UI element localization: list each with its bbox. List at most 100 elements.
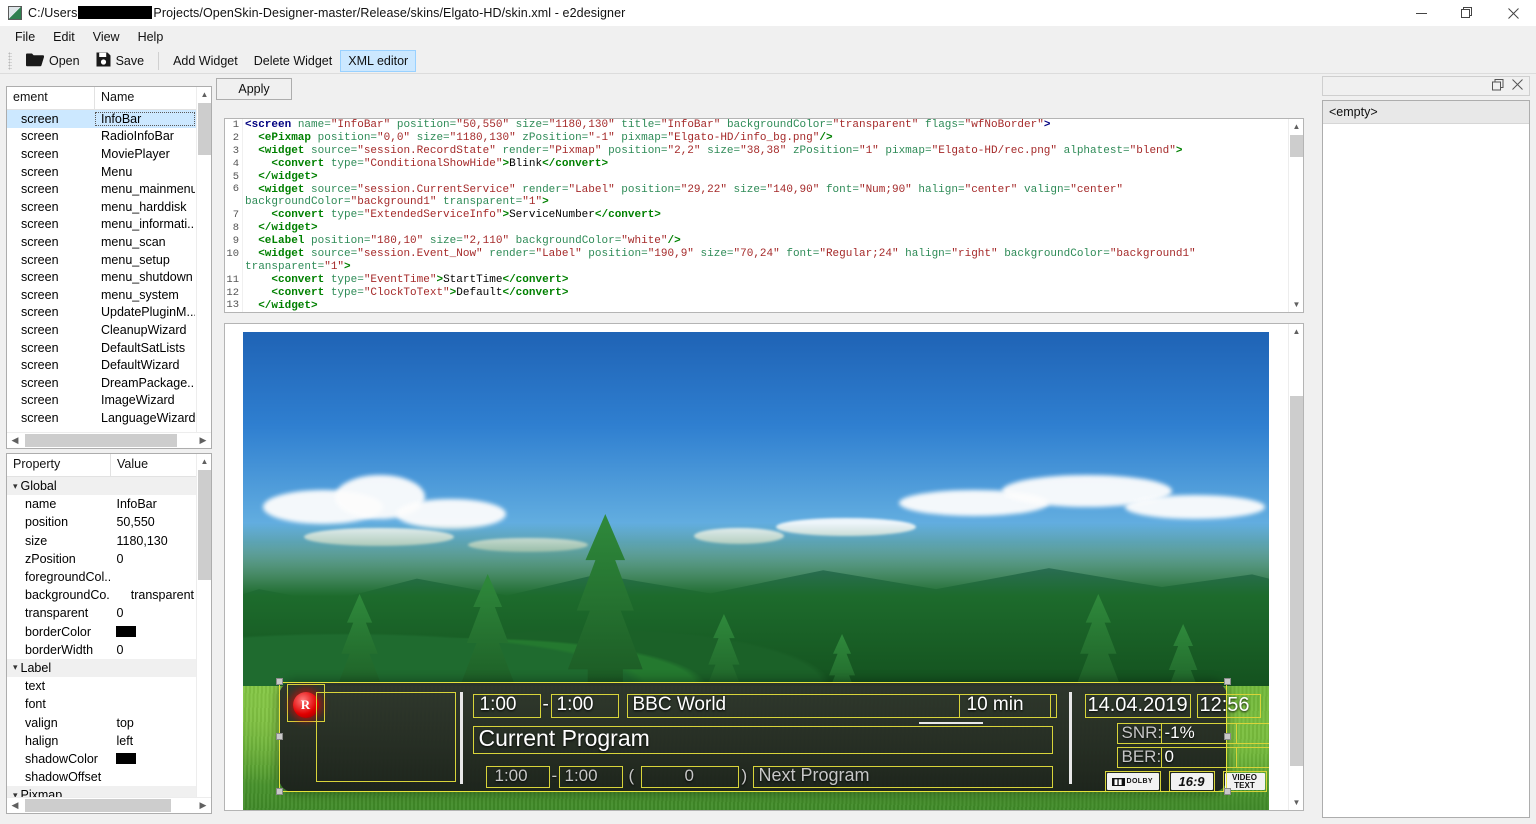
- tree-row[interactable]: screen DreamPackage...: [7, 374, 196, 392]
- property-value[interactable]: 1180,130: [110, 534, 196, 548]
- preview-viewport[interactable]: R 1:00 - 1:00 BBC World 10 min Current P…: [225, 324, 1286, 810]
- tree-hscroll-thumb[interactable]: [25, 434, 177, 447]
- property-scroll-thumb[interactable]: [198, 470, 211, 580]
- scroll-down-icon[interactable]: ▼: [1289, 297, 1303, 312]
- xml-line[interactable]: </widget>: [245, 300, 1286, 312]
- resize-handle-bottom-right[interactable]: [1223, 788, 1231, 795]
- open-button[interactable]: Open: [18, 50, 88, 72]
- scroll-right-icon[interactable]: ▶: [195, 433, 211, 448]
- property-value[interactable]: top: [110, 716, 196, 730]
- color-swatch[interactable]: [116, 625, 137, 637]
- scroll-up-icon[interactable]: ▲: [1289, 324, 1303, 339]
- float-icon[interactable]: [1492, 78, 1504, 94]
- tree-row[interactable]: screen menu_shutdown: [7, 268, 196, 286]
- property-row[interactable]: transparent 0: [7, 604, 196, 622]
- scroll-up-icon[interactable]: ▲: [197, 87, 211, 102]
- skin-preview[interactable]: R 1:00 - 1:00 BBC World 10 min Current P…: [224, 323, 1304, 811]
- tree-row[interactable]: screen DefaultWizard: [7, 356, 196, 374]
- property-value[interactable]: 0: [110, 606, 196, 620]
- tree-row[interactable]: screen RadioInfoBar: [7, 128, 196, 146]
- property-row[interactable]: text: [7, 677, 196, 695]
- xml-line[interactable]: <convert type="ExtendedServiceInfo">Serv…: [245, 209, 1286, 222]
- chevron-down-icon[interactable]: ▾: [13, 481, 18, 491]
- property-hscroll-thumb[interactable]: [25, 799, 171, 812]
- xml-line[interactable]: <convert type="ClockToText">Default</con…: [245, 287, 1286, 300]
- xml-editor[interactable]: 1 2 3 4 5 6 7 8 9 10 11 12 13 <screen name="InfoBar"…: [224, 118, 1304, 313]
- property-value[interactable]: [110, 625, 196, 639]
- add-widget-button[interactable]: Add Widget: [165, 50, 246, 72]
- property-row[interactable]: size 1180,130: [7, 532, 196, 550]
- tree-row[interactable]: screen ImageWizard: [7, 392, 196, 410]
- property-value[interactable]: 0: [110, 552, 196, 566]
- preview-scroll-thumb[interactable]: [1290, 396, 1303, 766]
- delete-widget-button[interactable]: Delete Widget: [246, 50, 341, 72]
- xml-line[interactable]: transparent="1">: [245, 261, 1286, 274]
- ber-value-box[interactable]: [1160, 747, 1269, 768]
- tree-row[interactable]: screen menu_system: [7, 286, 196, 304]
- property-value[interactable]: 50,550: [110, 515, 196, 529]
- menu-view[interactable]: View: [84, 28, 129, 46]
- resize-handle-bottom-left[interactable]: [275, 788, 283, 795]
- property-body[interactable]: ▾ Global name InfoBar position 50,550 size 1180…: [7, 477, 196, 797]
- xml-line[interactable]: backgroundColor="background1" transparen…: [245, 196, 1286, 209]
- property-group-row[interactable]: ▾ Global: [7, 477, 196, 496]
- toolbar-grip[interactable]: [8, 51, 12, 70]
- scroll-right-icon[interactable]: ▶: [195, 798, 211, 813]
- property-value[interactable]: InfoBar: [110, 497, 196, 511]
- tree-row[interactable]: screen menu_scan: [7, 233, 196, 251]
- property-horizontal-scrollbar[interactable]: ◀ ▶: [7, 797, 211, 813]
- property-vertical-scrollbar[interactable]: ▲ ▼: [196, 454, 211, 813]
- property-row[interactable]: borderColor: [7, 623, 196, 641]
- property-row[interactable]: borderWidth 0: [7, 641, 196, 659]
- scroll-left-icon[interactable]: ◀: [7, 433, 23, 448]
- property-group-row[interactable]: ▾ Pixmap: [7, 786, 196, 797]
- property-row[interactable]: position 50,550: [7, 513, 196, 531]
- property-row[interactable]: font: [7, 695, 196, 713]
- resize-handle-top-left[interactable]: [275, 678, 283, 685]
- tree-row[interactable]: screen Menu: [7, 163, 196, 181]
- xml-line[interactable]: <eLabel position="180,10" size="2,110" b…: [245, 235, 1286, 248]
- property-row[interactable]: valign top: [7, 713, 196, 731]
- xml-vertical-scrollbar[interactable]: ▲ ▼: [1288, 119, 1303, 312]
- property-row[interactable]: zPosition 0: [7, 550, 196, 568]
- property-row[interactable]: foregroundCol...: [7, 568, 196, 586]
- close-button[interactable]: [1490, 0, 1536, 26]
- xml-line[interactable]: </widget>: [245, 171, 1286, 184]
- apply-button[interactable]: Apply: [216, 78, 292, 100]
- tree-row[interactable]: screen CleanupWizard: [7, 321, 196, 339]
- property-row[interactable]: name InfoBar: [7, 495, 196, 513]
- xml-line[interactable]: <widget source="session.CurrentService" …: [245, 184, 1286, 197]
- resize-handle-left[interactable]: [275, 733, 283, 740]
- scroll-left-icon[interactable]: ◀: [7, 798, 23, 813]
- tree-scroll-thumb[interactable]: [198, 103, 211, 155]
- dock-content[interactable]: <empty>: [1322, 100, 1530, 818]
- tree-row[interactable]: screen UpdatePluginM...: [7, 304, 196, 322]
- xml-line[interactable]: <convert type="EventTime">StartTime</con…: [245, 274, 1286, 287]
- tree-row[interactable]: screen menu_harddisk: [7, 198, 196, 216]
- scroll-down-icon[interactable]: ▼: [1289, 795, 1303, 810]
- resize-handle-right[interactable]: [1223, 733, 1231, 740]
- property-value[interactable]: 0: [110, 643, 196, 657]
- tv-screen-canvas[interactable]: R 1:00 - 1:00 BBC World 10 min Current P…: [242, 332, 1269, 810]
- xml-line[interactable]: <widget source="session.Event_Now" rende…: [245, 248, 1286, 261]
- property-row[interactable]: shadowColor: [7, 750, 196, 768]
- preview-vertical-scrollbar[interactable]: ▲ ▼: [1288, 324, 1303, 810]
- scroll-up-icon[interactable]: ▲: [1289, 119, 1303, 134]
- chevron-down-icon[interactable]: ▾: [13, 663, 18, 672]
- property-value[interactable]: left: [110, 734, 196, 748]
- tree-row[interactable]: screen LanguageWizard: [7, 409, 196, 427]
- menu-file[interactable]: File: [6, 28, 44, 46]
- menu-edit[interactable]: Edit: [44, 28, 84, 46]
- tree-vertical-scrollbar[interactable]: ▲ ▼: [196, 87, 211, 448]
- xml-line[interactable]: </widget>: [245, 222, 1286, 235]
- tree-row[interactable]: screen MoviePlayer: [7, 145, 196, 163]
- tree-row[interactable]: screen DefaultSatLists: [7, 339, 196, 357]
- xml-line[interactable]: <ePixmap position="0,0" size="1180,130" …: [245, 132, 1286, 145]
- save-button[interactable]: Save: [88, 50, 153, 72]
- current-service-box[interactable]: [315, 692, 456, 782]
- tree-row[interactable]: screen menu_setup: [7, 251, 196, 269]
- property-group-row[interactable]: ▾ Label: [7, 658, 196, 678]
- dock-close-icon[interactable]: [1512, 79, 1523, 93]
- menu-help[interactable]: Help: [129, 28, 173, 46]
- xml-source-text[interactable]: <screen name="InfoBar" position="50,550"…: [245, 119, 1286, 312]
